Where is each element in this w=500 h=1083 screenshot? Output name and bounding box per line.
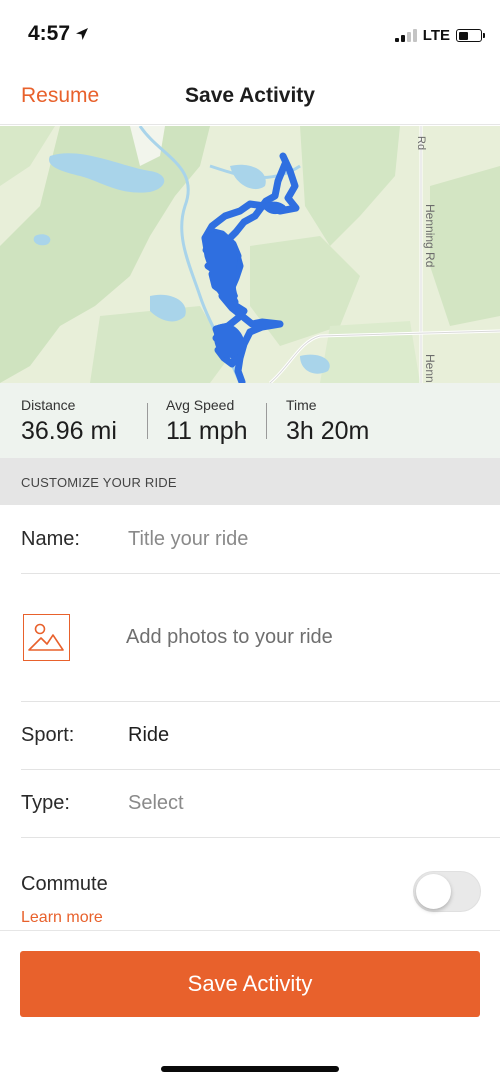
status-indicators: LTE: [394, 27, 485, 44]
stat-time-label: Time: [286, 397, 317, 413]
row-divider: [21, 769, 500, 770]
learn-more-link[interactable]: Learn more: [21, 909, 103, 927]
row-divider: [21, 573, 500, 574]
stat-distance-value: 36.96 mi: [21, 417, 117, 445]
status-time: 4:57: [28, 22, 90, 46]
page-title: Save Activity: [185, 84, 315, 107]
signal-icon: [394, 29, 417, 42]
status-bar: 4:57 LTE: [0, 0, 500, 72]
section-header: CUSTOMIZE YOUR RIDE: [0, 458, 500, 505]
road-label-henning: Henning Rd: [423, 204, 437, 267]
road-label-rd-top: Rd: [415, 136, 427, 150]
sport-label: Sport:: [21, 724, 75, 746]
add-photos-button[interactable]: Add photos to your ride: [126, 626, 333, 649]
save-activity-button[interactable]: Save Activity: [20, 951, 480, 1017]
nav-bar: Resume Save Activity: [0, 72, 500, 125]
section-header-text: CUSTOMIZE YOUR RIDE: [21, 475, 177, 490]
type-select[interactable]: Select: [128, 792, 478, 820]
route-map[interactable]: Rd Henning Rd Henn: [0, 126, 500, 383]
home-indicator[interactable]: [161, 1066, 339, 1072]
sport-select[interactable]: Ride: [128, 724, 478, 752]
image-icon[interactable]: [23, 614, 70, 661]
commute-toggle[interactable]: [413, 871, 481, 912]
name-input[interactable]: Title your ride: [128, 528, 478, 556]
stat-avg-speed: Avg Speed 11 mph: [166, 397, 248, 446]
stat-divider: [266, 403, 267, 439]
stat-time: Time 3h 20m: [286, 397, 369, 446]
commute-label: Commute: [21, 873, 108, 895]
battery-icon: [456, 29, 485, 42]
row-divider: [21, 837, 500, 838]
stat-distance-label: Distance: [21, 397, 76, 413]
row-divider: [21, 701, 500, 702]
stat-time-value: 3h 20m: [286, 417, 370, 445]
stat-distance: Distance 36.96 mi: [21, 397, 117, 446]
network-type: LTE: [422, 27, 450, 44]
location-arrow-icon: [76, 28, 89, 40]
activity-stats: Distance 36.96 mi Avg Speed 11 mph Time …: [0, 383, 500, 458]
stat-avg-speed-label: Avg Speed: [166, 397, 235, 413]
map-canvas: Rd Henning Rd Henn: [0, 126, 500, 383]
stat-divider: [147, 403, 148, 439]
stat-avg-speed-value: 11 mph: [166, 417, 248, 445]
commute-toggle-knob: [416, 874, 451, 909]
name-label: Name:: [21, 528, 80, 550]
road-label-henn: Henn: [423, 354, 437, 383]
type-label: Type:: [21, 792, 70, 814]
status-time-text: 4:57: [28, 22, 71, 45]
